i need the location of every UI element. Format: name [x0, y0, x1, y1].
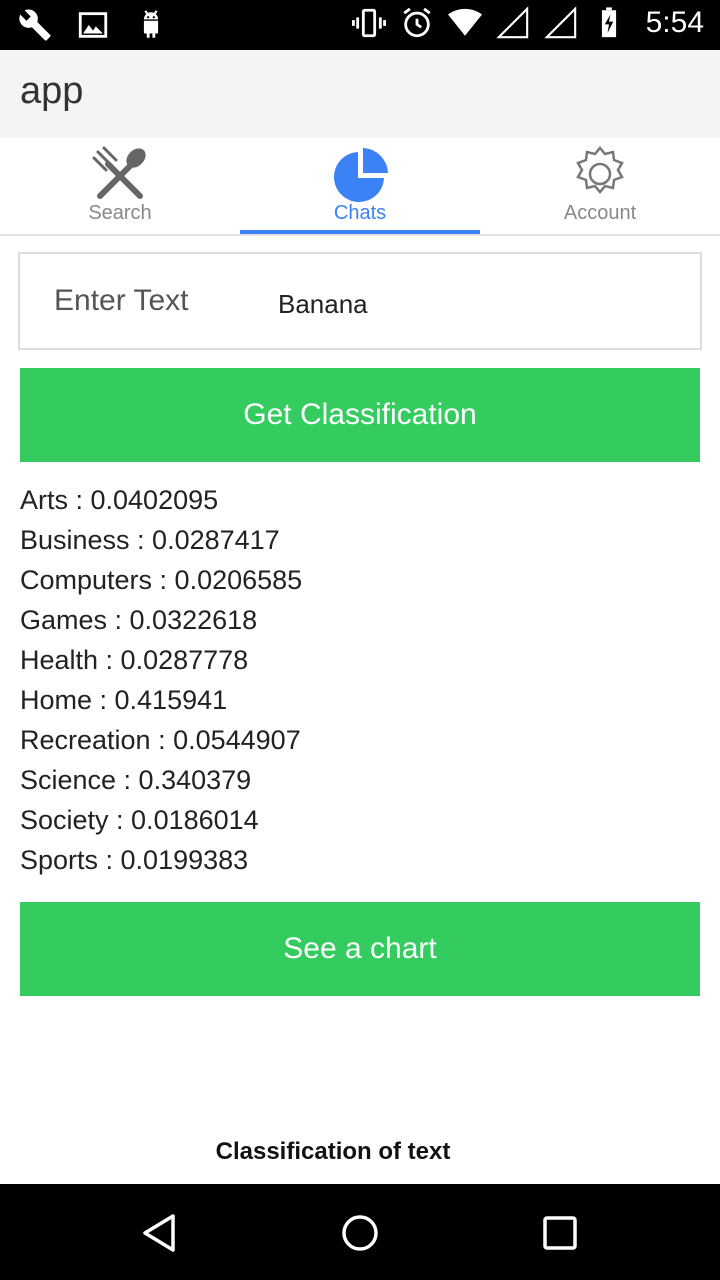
- home-icon[interactable]: [339, 1212, 381, 1254]
- back-icon[interactable]: [139, 1212, 181, 1254]
- battery-icon: [601, 7, 616, 38]
- tab-search-label: Search: [88, 202, 152, 224]
- app-bar: app: [0, 50, 720, 138]
- fork-spoon-icon: [92, 146, 146, 199]
- entry-label: Enter Text: [54, 284, 189, 317]
- alarm-icon: [403, 7, 431, 38]
- tab-chats[interactable]: Chats: [240, 138, 480, 234]
- status-right-icons: 5:54: [351, 6, 704, 40]
- see-chart-button[interactable]: See a chart: [20, 902, 700, 996]
- result-row: Recreation : 0.0544907: [20, 725, 301, 755]
- tab-bar: Search Chats Account: [0, 138, 720, 236]
- chart-caption: Classification of text: [215, 1138, 451, 1165]
- text-input[interactable]: [278, 284, 678, 324]
- navigation-bar: [0, 1184, 720, 1280]
- tab-search[interactable]: Search: [0, 138, 240, 234]
- signal-icon: [543, 6, 576, 39]
- get-classification-button[interactable]: Get Classification: [20, 368, 700, 462]
- image-icon: [78, 12, 108, 38]
- classification-results: Arts : 0.0402095 Business : 0.0287417 Co…: [20, 480, 700, 880]
- status-bar: 5:54: [0, 0, 720, 50]
- result-row: Computers : 0.0206585: [20, 565, 303, 595]
- tab-account[interactable]: Account: [480, 138, 720, 234]
- result-row: Games : 0.0322618: [20, 605, 258, 635]
- wrench-icon: [19, 9, 51, 41]
- clock: 5:54: [645, 6, 704, 39]
- vibrate-icon: [351, 8, 386, 38]
- result-row: Home : 0.415941: [20, 685, 228, 715]
- pie-chart-icon: [334, 148, 388, 202]
- app-title: app: [20, 70, 84, 112]
- result-row: Sports : 0.0199383: [20, 845, 249, 875]
- text-entry-box: Enter Text: [18, 252, 702, 350]
- gear-icon: [576, 146, 624, 194]
- result-row: Health : 0.0287778: [20, 645, 249, 675]
- status-left-icons: [18, 8, 168, 42]
- recents-icon[interactable]: [539, 1212, 581, 1254]
- result-row: Arts : 0.0402095: [20, 485, 219, 515]
- result-row: Business : 0.0287417: [20, 525, 280, 555]
- result-row: Science : 0.340379: [20, 765, 252, 795]
- android-icon: [143, 10, 159, 38]
- signal-icon: [495, 6, 528, 39]
- active-tab-indicator: [240, 230, 480, 234]
- tab-account-label: Account: [563, 202, 637, 224]
- result-row: Society : 0.0186014: [20, 805, 259, 835]
- wifi-icon: [447, 8, 482, 36]
- tab-chats-label: Chats: [333, 202, 387, 224]
